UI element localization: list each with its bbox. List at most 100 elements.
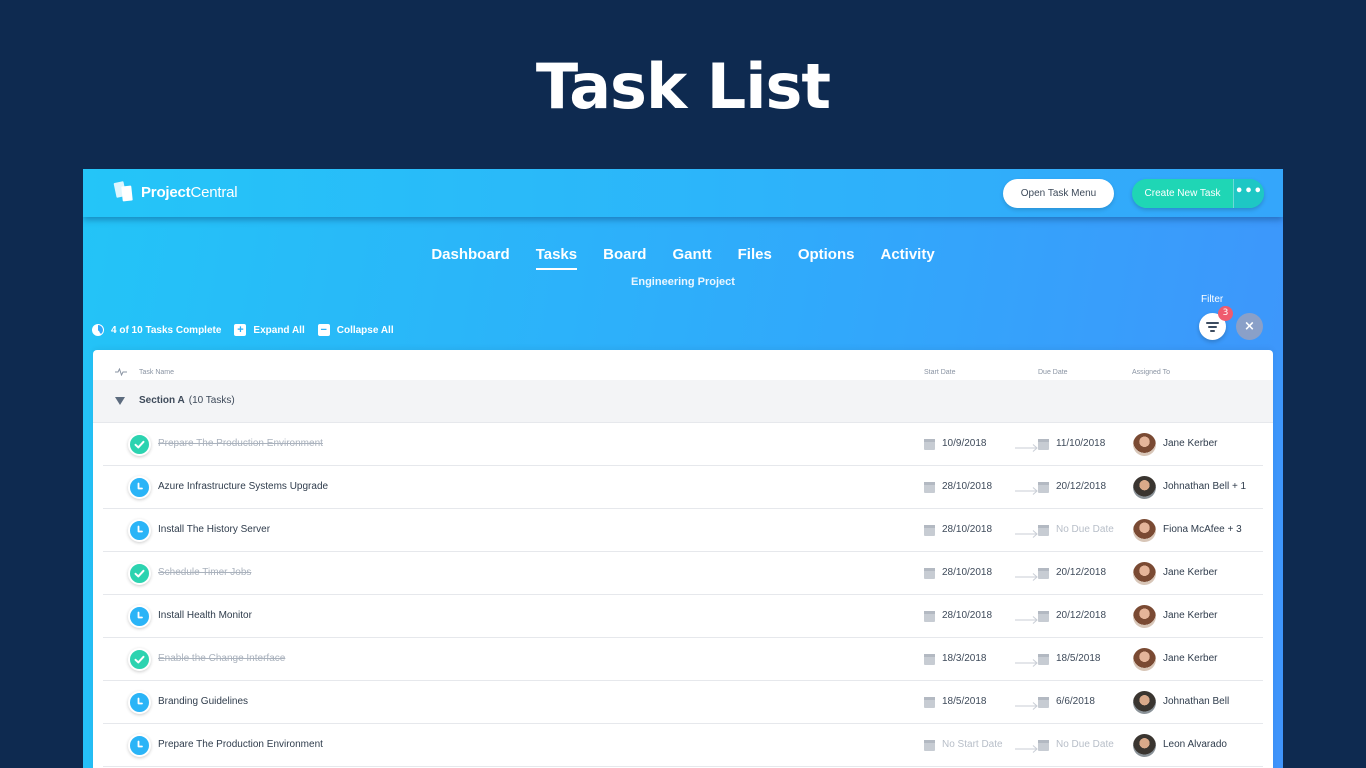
avatar [1133, 605, 1156, 628]
column-due-date[interactable]: Due Date [1038, 369, 1068, 376]
calendar-icon [924, 697, 935, 708]
column-assigned-to[interactable]: Assigned To [1132, 369, 1170, 376]
calendar-icon [924, 482, 935, 493]
collapse-all-label: Collapse All [336, 324, 394, 336]
task-row[interactable]: Azure Infrastructure Systems Upgrade 28/1… [103, 466, 1263, 509]
nav-activity[interactable]: Activity [867, 246, 947, 263]
open-task-menu-button[interactable]: Open Task Menu [1003, 179, 1114, 208]
more-options-icon[interactable]: ••• [1233, 179, 1264, 208]
task-row[interactable]: Branding Guidelines 18/5/2018 6/6/2018 John… [103, 681, 1263, 724]
task-row[interactable]: Install Health Monitor 28/10/2018 20/12/20… [103, 595, 1263, 638]
start-date[interactable]: 28/10/2018 [942, 610, 992, 621]
create-new-task-button[interactable]: Create New Task [1132, 179, 1233, 208]
assignee-name[interactable]: Leon Alvarado [1163, 739, 1227, 750]
in-progress-clock-icon[interactable] [128, 476, 151, 499]
avatar [1133, 519, 1156, 542]
due-date[interactable]: No Due Date [1056, 524, 1114, 535]
task-name[interactable]: Schedule Timer Jobs [158, 567, 251, 578]
due-date[interactable]: 11/10/2018 [1056, 438, 1105, 449]
in-progress-clock-icon[interactable] [128, 734, 151, 757]
assignee-name[interactable]: Johnathan Bell + 1 [1163, 481, 1246, 492]
assignee-name[interactable]: Jane Kerber [1163, 653, 1217, 664]
task-name[interactable]: Enable the Change Interface [158, 653, 285, 664]
nav-gantt[interactable]: Gantt [659, 246, 724, 263]
due-date[interactable]: 20/12/2018 [1056, 610, 1106, 621]
column-task-name[interactable]: Task Name [139, 369, 174, 376]
nav-tasks[interactable]: Tasks [523, 246, 590, 270]
column-start-date[interactable]: Start Date [924, 369, 956, 376]
collapse-all-button[interactable]: − Collapse All [317, 324, 394, 336]
progress-label: 4 of 10 Tasks Complete [111, 324, 222, 336]
avatar [1133, 433, 1156, 456]
nav-files[interactable]: Files [725, 246, 785, 263]
expand-all-label: Expand All [253, 324, 305, 336]
arrow-right-icon [1015, 438, 1039, 452]
assignee-name[interactable]: Fiona McAfee + 3 [1163, 524, 1242, 535]
section-header[interactable]: Section A (10 Tasks) [93, 380, 1273, 423]
avatar [1133, 691, 1156, 714]
nav-dashboard[interactable]: Dashboard [418, 246, 522, 263]
task-name[interactable]: Prepare The Production Environment [158, 739, 323, 750]
main-nav: Dashboard Tasks Board Gantt Files Option… [83, 246, 1283, 270]
arrow-right-icon [1015, 567, 1039, 581]
filter-label: Filter [1201, 294, 1224, 305]
task-name[interactable]: Azure Infrastructure Systems Upgrade [158, 481, 328, 492]
task-row[interactable]: Install The History Server 28/10/2018 No D… [103, 509, 1263, 552]
collapse-triangle-icon[interactable] [115, 397, 125, 405]
expand-all-button[interactable]: + Expand All [234, 324, 305, 336]
nav-board[interactable]: Board [590, 246, 659, 263]
project-central-logo[interactable]: ProjectCentral [113, 181, 238, 202]
assignee-name[interactable]: Jane Kerber [1163, 610, 1217, 621]
assignee-name[interactable]: Jane Kerber [1163, 567, 1217, 578]
task-row[interactable]: Prepare The Production Environment 10/9/2… [103, 423, 1263, 466]
progress-pie-icon [92, 324, 104, 336]
start-date[interactable]: 18/5/2018 [942, 696, 987, 707]
task-row[interactable]: Schedule Timer Jobs 28/10/2018 20/12/2018 J… [103, 552, 1263, 595]
calendar-icon [1038, 482, 1049, 493]
task-name[interactable]: Branding Guidelines [158, 696, 248, 707]
start-date[interactable]: No Start Date [942, 739, 1003, 750]
minus-icon: − [317, 324, 330, 336]
due-date[interactable]: 18/5/2018 [1056, 653, 1101, 664]
clear-filter-button[interactable]: × [1236, 313, 1263, 340]
start-date[interactable]: 28/10/2018 [942, 481, 992, 492]
complete-check-icon[interactable] [128, 648, 151, 671]
due-date[interactable]: 20/12/2018 [1056, 567, 1106, 578]
avatar [1133, 648, 1156, 671]
complete-check-icon[interactable] [128, 562, 151, 585]
plus-icon: + [234, 324, 247, 336]
avatar [1133, 562, 1156, 585]
start-date[interactable]: 28/10/2018 [942, 524, 992, 535]
task-name[interactable]: Install The History Server [158, 524, 270, 535]
progress-indicator: 4 of 10 Tasks Complete [92, 324, 221, 336]
due-date[interactable]: 20/12/2018 [1056, 481, 1106, 492]
calendar-icon [1038, 525, 1049, 536]
calendar-icon [924, 525, 935, 536]
task-row[interactable]: Enable the Change Interface 18/3/2018 18/5… [103, 638, 1263, 681]
arrow-right-icon [1015, 653, 1039, 667]
logo-text: ProjectCentral [141, 183, 238, 201]
complete-check-icon[interactable] [128, 433, 151, 456]
due-date[interactable]: 6/6/2018 [1056, 696, 1095, 707]
avatar [1133, 476, 1156, 499]
due-date[interactable]: No Due Date [1056, 739, 1114, 750]
start-date[interactable]: 28/10/2018 [942, 567, 992, 578]
in-progress-clock-icon[interactable] [128, 519, 151, 542]
task-name[interactable]: Prepare The Production Environment [158, 438, 323, 449]
start-date[interactable]: 10/9/2018 [942, 438, 987, 449]
start-date[interactable]: 18/3/2018 [942, 653, 987, 664]
arrow-right-icon [1015, 739, 1039, 753]
task-name[interactable]: Install Health Monitor [158, 610, 252, 621]
assignee-name[interactable]: Jane Kerber [1163, 438, 1217, 449]
assignee-name[interactable]: Johnathan Bell [1163, 696, 1229, 707]
nav-options[interactable]: Options [785, 246, 868, 263]
logo-cards-icon [113, 181, 133, 202]
create-new-task-group: Create New Task ••• [1132, 179, 1264, 208]
task-table: Task Name Start Date Due Date Assigned T… [93, 350, 1273, 768]
in-progress-clock-icon[interactable] [128, 691, 151, 714]
calendar-icon [1038, 740, 1049, 751]
in-progress-clock-icon[interactable] [128, 605, 151, 628]
calendar-icon [1038, 654, 1049, 665]
filter-count-badge: 3 [1218, 306, 1233, 321]
task-row[interactable]: Prepare The Production Environment No Sta… [103, 724, 1263, 767]
